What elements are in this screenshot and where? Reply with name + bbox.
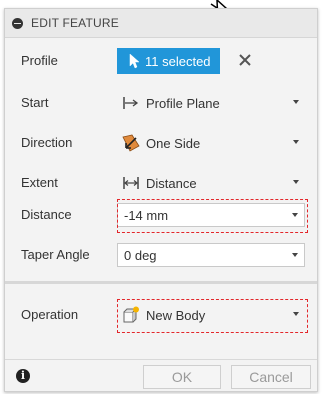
chevron-down-icon [293, 180, 299, 184]
profile-row: Profile 11 selected [5, 45, 317, 77]
extent-value: Distance [146, 175, 197, 191]
ok-button[interactable]: OK [143, 365, 221, 389]
profile-plane-icon [123, 97, 139, 109]
direction-dropdown[interactable]: One Side [117, 131, 305, 155]
clear-selection-icon[interactable] [237, 52, 253, 68]
panel-header[interactable]: EDIT FEATURE [5, 9, 317, 38]
direction-value: One Side [146, 135, 201, 151]
start-label: Start [21, 95, 49, 110]
one-side-icon [122, 134, 140, 152]
panel-title: EDIT FEATURE [31, 16, 119, 30]
distance-highlight [117, 199, 308, 233]
extent-dropdown[interactable]: Distance [117, 171, 305, 195]
select-arrow-icon [129, 53, 140, 69]
profile-selection-button[interactable]: 11 selected [117, 48, 220, 74]
operation-highlight [117, 299, 308, 333]
start-value: Profile Plane [146, 95, 220, 111]
info-icon[interactable]: i [16, 369, 30, 383]
edit-feature-panel: EDIT FEATURE Profile 11 selected Start P… [4, 8, 318, 392]
taper-angle-label: Taper Angle [21, 247, 90, 262]
extent-label: Extent [21, 175, 58, 190]
chevron-down-icon [293, 100, 299, 104]
profile-label: Profile [21, 53, 58, 68]
direction-row: Direction One Side [5, 127, 317, 159]
operation-label: Operation [21, 307, 79, 322]
section-divider [5, 281, 317, 284]
panel-footer: i OK Cancel [5, 359, 317, 392]
distance-icon [123, 177, 139, 189]
chevron-down-icon[interactable] [292, 253, 298, 257]
cancel-button[interactable]: Cancel [231, 365, 311, 389]
extent-row: Extent Distance [5, 167, 317, 199]
profile-value: 11 selected [145, 53, 211, 69]
direction-label: Direction [21, 135, 73, 150]
distance-label: Distance [21, 207, 72, 222]
taper-angle-input[interactable]: 0 deg [117, 243, 305, 267]
taper-angle-row: Taper Angle 0 deg [5, 239, 317, 271]
chevron-down-icon [293, 140, 299, 144]
start-row: Start Profile Plane [5, 87, 317, 119]
start-dropdown[interactable]: Profile Plane [117, 91, 305, 115]
collapse-icon[interactable] [12, 17, 23, 29]
taper-angle-value: 0 deg [124, 247, 157, 263]
